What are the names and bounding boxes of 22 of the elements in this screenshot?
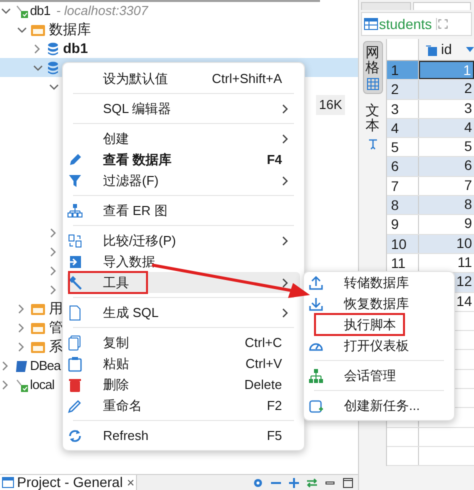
row-number: 8	[387, 196, 419, 214]
table-cell: 4	[419, 118, 474, 138]
shortcut-label: F4	[266, 150, 282, 169]
row-number: 1	[387, 61, 419, 80]
row-number: 4	[387, 118, 419, 138]
shortcut-label: Delete	[244, 376, 282, 394]
row-number: 2	[387, 80, 419, 99]
shortcut-label: Ctrl+V	[246, 354, 282, 373]
row-number: 10	[387, 234, 419, 253]
table-cell: 6	[419, 157, 474, 176]
table-cell: 2	[419, 80, 474, 99]
table-cell: 8	[419, 196, 474, 214]
row-number: 6	[387, 157, 419, 176]
table-cell: 10	[419, 234, 474, 253]
shortcut-label: Ctrl+C	[244, 334, 282, 352]
shortcut-label: F2	[266, 396, 282, 415]
table-cell: 1	[419, 61, 474, 80]
shortcut-label: F5	[266, 426, 282, 445]
connection-host: - localhost:3307	[56, 2, 148, 20]
shortcut-label: Ctrl+Shift+A	[212, 70, 282, 88]
size-label: 16K	[316, 95, 346, 114]
column-name: id	[441, 40, 452, 59]
